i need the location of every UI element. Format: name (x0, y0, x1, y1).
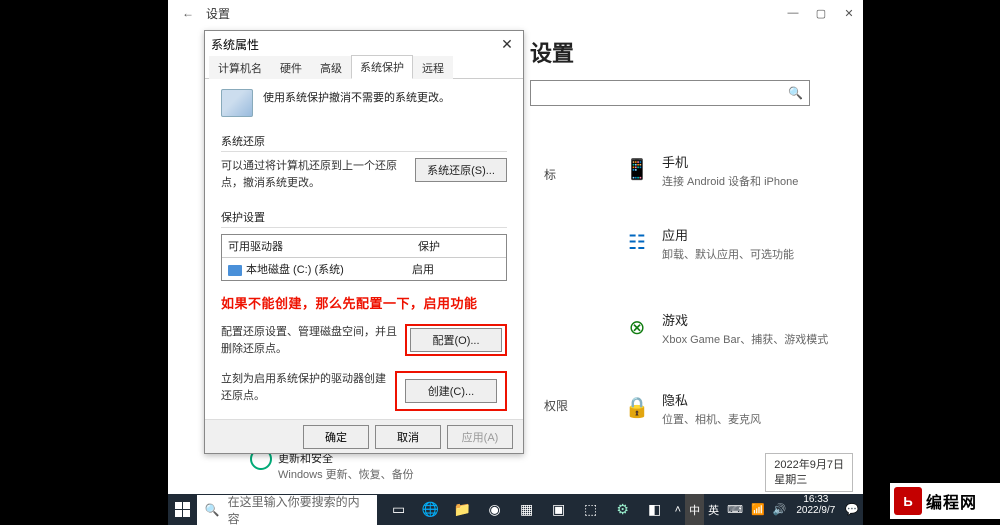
col-drive: 可用驱动器 (222, 235, 412, 257)
app-icon-4[interactable]: ◧ (639, 494, 671, 525)
stub-label-1: 标 (544, 166, 556, 183)
windows-icon (175, 502, 190, 517)
tab-hardware[interactable]: 硬件 (271, 56, 311, 79)
ime-en[interactable]: 英 (704, 494, 723, 525)
search-icon: 🔍 (788, 86, 803, 100)
table-row[interactable]: 本地磁盘 (C:) (系统) 启用 (222, 258, 506, 280)
minimize-button[interactable]: — (779, 0, 807, 26)
section-restore-head: 系统还原 (221, 133, 507, 152)
gaming-icon: ⊗ (624, 310, 650, 344)
configure-highlight: 配置(O)... (405, 324, 507, 356)
tab-computer-name[interactable]: 计算机名 (209, 56, 271, 79)
category-apps-title: 应用 (662, 225, 794, 244)
app-icon-2[interactable]: ▣ (543, 494, 575, 525)
start-button[interactable] (168, 494, 197, 525)
taskbar: 🔍 在这里输入你要搜索的内容 ▭ 🌐 📁 ◉ ▦ ▣ ⬚ ⚙ ◧ ˄ 中 英 ⌨… (168, 494, 863, 525)
category-phone-sub: 连接 Android 设备和 iPhone (662, 173, 798, 189)
app-icon-3[interactable]: ⬚ (575, 494, 607, 525)
search-icon: 🔍 (205, 503, 220, 517)
category-update-sub: Windows 更新、恢复、备份 (278, 466, 414, 482)
tab-system-protection[interactable]: 系统保护 (351, 55, 413, 79)
apps-icon: ☷ (624, 225, 650, 259)
phone-icon: 📱 (624, 152, 650, 186)
ok-button[interactable]: 确定 (303, 425, 369, 449)
configure-button[interactable]: 配置(O)... (410, 328, 502, 352)
tooltip-weekday: 星期三 (774, 473, 844, 487)
edge-icon[interactable]: 🌐 (415, 494, 447, 525)
taskbar-clock[interactable]: 16:33 2022/9/7 (790, 494, 841, 525)
taskbar-search[interactable]: 🔍 在这里输入你要搜索的内容 (197, 495, 377, 525)
category-gaming-sub: Xbox Game Bar、捕获、游戏模式 (662, 331, 828, 347)
drive-protection-status: 启用 (412, 261, 434, 277)
clock-date: 2022/9/7 (796, 505, 835, 516)
apply-button[interactable]: 应用(A) (447, 425, 513, 449)
restore-desc: 可以通过将计算机还原到上一个还原点，撤消系统更改。 (221, 158, 401, 191)
lock-icon: 🔒 (624, 390, 650, 424)
dialog-close-button[interactable]: ✕ (497, 36, 517, 53)
category-phone[interactable]: 📱 手机连接 Android 设备和 iPhone (624, 152, 798, 189)
window-controls: — ▢ ✕ (779, 0, 863, 26)
watermark-logo: Ь (894, 487, 922, 515)
ime-kb-icon[interactable]: ⌨ (723, 494, 747, 525)
category-apps-sub: 卸载、默认应用、可选功能 (662, 246, 794, 262)
category-gaming-title: 游戏 (662, 310, 828, 329)
dialog-title: 系统属性 (211, 36, 259, 53)
explorer-icon[interactable]: 📁 (447, 494, 479, 525)
system-tray: ˄ 中 英 ⌨ 📶 🔊 16:33 2022/9/7 💬 (671, 494, 863, 525)
app-icon-1[interactable]: ▦ (511, 494, 543, 525)
ime-cn[interactable]: 中 (685, 494, 704, 525)
stub-label-2: 权限 (544, 397, 568, 414)
dialog-tabs: 计算机名 硬件 高级 系统保护 远程 (205, 57, 523, 79)
annotation-text: 如果不能创建，那么先配置一下，启用功能 (221, 293, 507, 312)
chrome-icon[interactable]: ◉ (479, 494, 511, 525)
page-title: 设置 (530, 36, 574, 68)
create-desc: 立刻为启用系统保护的驱动器创建还原点。 (221, 371, 395, 404)
taskbar-search-placeholder: 在这里输入你要搜索的内容 (228, 493, 369, 525)
tab-advanced[interactable]: 高级 (311, 56, 351, 79)
dialog-footer: 确定 取消 应用(A) (205, 419, 523, 453)
drive-icon (228, 265, 242, 276)
maximize-button[interactable]: ▢ (807, 0, 835, 26)
drive-table: 可用驱动器 保护 本地磁盘 (C:) (系统) 启用 (221, 234, 507, 281)
window-title: 设置 (198, 5, 230, 22)
system-properties-dialog: 系统属性 ✕ 计算机名 硬件 高级 系统保护 远程 使用系统保护撤消不需要的系统… (204, 30, 524, 454)
system-restore-button[interactable]: 系统还原(S)... (415, 158, 507, 182)
watermark-text: 编程网 (926, 489, 977, 513)
clock-tooltip: 2022年9月7日 星期三 (765, 453, 853, 492)
site-watermark: Ь 编程网 (890, 483, 1000, 519)
tooltip-date: 2022年9月7日 (774, 458, 844, 472)
clock-time: 16:33 (803, 494, 828, 505)
drive-name: 本地磁盘 (C:) (系统) (246, 264, 344, 276)
network-icon[interactable]: 📶 (747, 494, 769, 525)
tab-remote[interactable]: 远程 (413, 56, 453, 79)
close-button[interactable]: ✕ (835, 0, 863, 26)
create-highlight: 创建(C)... (395, 371, 507, 411)
back-icon[interactable]: ← (178, 6, 198, 20)
configure-desc: 配置还原设置、管理磁盘空间，并且删除还原点。 (221, 324, 401, 357)
category-privacy-title: 隐私 (662, 390, 761, 409)
category-update[interactable]: 更新和安全 Windows 更新、恢复、备份 (278, 450, 414, 482)
category-privacy-sub: 位置、相机、麦克风 (662, 411, 761, 427)
tray-up-icon[interactable]: ˄ (671, 494, 685, 525)
create-button[interactable]: 创建(C)... (405, 379, 497, 403)
protection-info-icon (221, 89, 253, 117)
volume-icon[interactable]: 🔊 (769, 494, 791, 525)
notifications-icon[interactable]: 💬 (841, 494, 863, 525)
col-protection: 保护 (412, 235, 446, 257)
settings-icon[interactable]: ⚙ (607, 494, 639, 525)
task-view-icon[interactable]: ▭ (383, 494, 415, 525)
section-protect-head: 保护设置 (221, 209, 507, 228)
taskbar-apps: ▭ 🌐 📁 ◉ ▦ ▣ ⬚ ⚙ ◧ (383, 494, 671, 525)
protection-info-text: 使用系统保护撤消不需要的系统更改。 (263, 89, 450, 105)
category-phone-title: 手机 (662, 152, 798, 171)
category-gaming[interactable]: ⊗ 游戏 Xbox Game Bar、捕获、游戏模式 (624, 310, 828, 347)
search-input[interactable]: 🔍 (530, 80, 810, 106)
category-privacy[interactable]: 🔒 隐私位置、相机、麦克风 (624, 390, 761, 427)
category-apps[interactable]: ☷ 应用卸载、默认应用、可选功能 (624, 225, 794, 262)
cancel-button[interactable]: 取消 (375, 425, 441, 449)
